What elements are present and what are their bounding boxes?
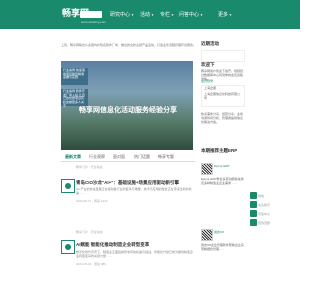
tool-label: 微信 bbox=[258, 194, 265, 198]
back-to-top-icon[interactable] bbox=[250, 219, 257, 226]
post-text: 热点事件分享，经营分享，业务沟通时间分析，管理者提供信息化解决方案。 bbox=[201, 112, 244, 124]
tab-hot-topics[interactable]: 热门话题 bbox=[134, 154, 150, 160]
chevron-down-icon: ▼ bbox=[151, 13, 154, 17]
tool-label: 关注我们 bbox=[258, 203, 271, 207]
article-title[interactable]: AI赋能 智能化推动制造企业转型变革 bbox=[76, 242, 149, 248]
company-text: 上海企服信息化科技有限公司 bbox=[204, 92, 241, 100]
tab-face-to-face[interactable]: 面对面 bbox=[113, 154, 125, 160]
article-thumb[interactable] bbox=[61, 240, 75, 254]
tab-industry[interactable]: 行业观察 bbox=[89, 154, 105, 160]
hero-thumb-1[interactable]: 行业案例 快速落地项目助您精准掌握与实践 bbox=[61, 68, 88, 85]
events-box bbox=[201, 50, 245, 62]
chevron-down-icon: ▼ bbox=[229, 13, 232, 17]
tab-latest[interactable]: 最新文章 bbox=[65, 154, 81, 160]
chevron-down-icon: ▼ bbox=[200, 13, 203, 17]
product-desc: Epicor ERP整合多项功能模块满足多种制造业企业需求…… bbox=[201, 177, 244, 185]
article-meta: 2024-05-17 · 阅读 1234 bbox=[76, 199, 108, 203]
nav-more[interactable]: 更多▼ bbox=[218, 10, 232, 20]
tool-label: 回到顶部 bbox=[258, 221, 271, 225]
follow-icon[interactable] bbox=[250, 201, 257, 208]
chevron-down-icon: ▼ bbox=[171, 13, 174, 17]
logo-subtitle: www.vsharing.com bbox=[81, 20, 107, 24]
article-meta: 2024-05-16 · 阅读 986 bbox=[76, 262, 106, 266]
login-title: 欢迎下 bbox=[201, 62, 215, 67]
tab-specials[interactable]: 畅享专题 bbox=[158, 154, 174, 160]
logo-badge bbox=[80, 11, 102, 18]
product-logo[interactable] bbox=[201, 229, 213, 241]
intro-text: 上周，畅享网联合众多国内外知名软件厂商，推出的全新主题产品活动，打造业务流程管理… bbox=[61, 43, 197, 47]
wechat-icon[interactable] bbox=[250, 192, 257, 199]
login-link[interactable]: 会员登录 bbox=[201, 79, 245, 83]
nav-research-center[interactable]: 研究中心▼ bbox=[110, 10, 134, 20]
article-desc: AI+产业的快速发展正在驱动各行业的变革与重塑，技术与应用的融合正在带来全新的机… bbox=[76, 187, 192, 195]
nav-events[interactable]: 活动▼ bbox=[140, 10, 154, 20]
chevron-down-icon: ▼ bbox=[131, 13, 134, 17]
qa-icon[interactable] bbox=[250, 210, 257, 217]
product-desc: 用友U8企业管理软件帮助企业实现精细化管理…… bbox=[201, 243, 244, 251]
article-title[interactable]: 青岛CIO沙龙"AI+"：基础设施+场景应用驱动新引擎 bbox=[76, 180, 179, 186]
tool-label: 问答中心 bbox=[258, 212, 271, 216]
article-thumb[interactable] bbox=[61, 179, 75, 193]
hero-caption: 畅享网信息化活动服务经验分享 bbox=[79, 107, 177, 114]
product-name[interactable]: Epicor ERP bbox=[214, 164, 258, 168]
nav-qa-center[interactable]: 问答中心▼ bbox=[179, 10, 203, 20]
article-source: 畅享门户 · 行业动态 bbox=[76, 230, 103, 234]
company-title: 上海企服 bbox=[204, 86, 217, 90]
product-logo[interactable] bbox=[201, 163, 213, 175]
events-title: 近期活动 bbox=[201, 41, 219, 46]
article-source: 畅享门户 · 行业动态 bbox=[76, 165, 103, 169]
article-desc: 数字化时代背景下，制造业正面临前所未有的机遇与挑战，智能化升级已成为推动制造企业… bbox=[76, 250, 194, 258]
product-name[interactable]: 用友U8 bbox=[214, 230, 258, 234]
products-title: 本期推荐主题ERP bbox=[201, 148, 238, 153]
content-tabs: 最新文章 行业观察 面对面 热门话题 畅享专题 bbox=[61, 151, 195, 162]
nav-columns[interactable]: 专栏▼ bbox=[160, 10, 174, 20]
hero-thumb-2[interactable]: 行业案例 软件开发厂商入驻 让自己的优质项目有机会被更多人关注 bbox=[61, 89, 88, 107]
